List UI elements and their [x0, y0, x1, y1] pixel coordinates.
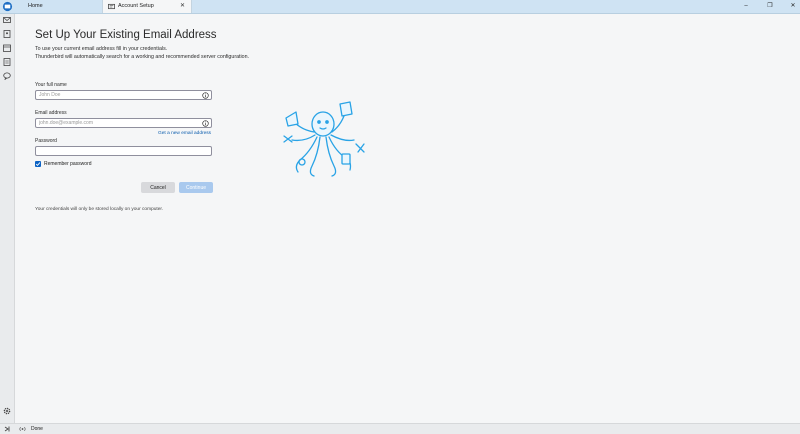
password-label: Password	[35, 138, 57, 144]
spaces-toolbar	[0, 14, 15, 423]
page-title: Set Up Your Existing Email Address	[35, 29, 217, 41]
thunderbird-icon[interactable]	[2, 1, 13, 12]
tab-home[interactable]: Home	[16, 0, 102, 13]
info-icon[interactable]	[202, 91, 209, 99]
password-input[interactable]	[35, 146, 212, 156]
checkmark-icon	[35, 162, 41, 167]
email-input[interactable]	[35, 118, 212, 128]
status-bar: Done	[0, 423, 800, 434]
intro-line-2: Thunderbird will automatically search fo…	[35, 54, 250, 60]
full-name-input[interactable]	[35, 90, 212, 100]
continue-button[interactable]: Continue	[179, 182, 213, 193]
info-icon[interactable]	[202, 119, 209, 127]
gear-icon[interactable]	[3, 407, 11, 415]
address-book-icon[interactable]	[3, 30, 11, 38]
tasks-icon[interactable]	[3, 58, 11, 66]
collapse-sidebar-icon[interactable]	[3, 425, 11, 433]
credentials-note: Your credentials will only be stored loc…	[35, 207, 164, 212]
tab-account-setup-label: Account Setup	[118, 3, 154, 9]
intro-text: To use your current email address fill i…	[35, 45, 249, 61]
octopus-mascot-illustration	[283, 101, 365, 177]
chat-icon[interactable]	[3, 72, 11, 80]
account-icon	[108, 3, 115, 10]
cancel-button[interactable]: Cancel	[141, 182, 175, 193]
maximize-button[interactable]: ❐	[763, 0, 777, 13]
remember-password-checkbox[interactable]	[35, 161, 41, 167]
mail-icon[interactable]	[3, 16, 11, 24]
email-label: Email address	[35, 110, 67, 116]
remember-password-label[interactable]: Remember password	[44, 161, 92, 167]
calendar-icon[interactable]	[3, 44, 11, 52]
intro-line-1: To use your current email address fill i…	[35, 46, 168, 52]
tab-home-label: Home	[28, 3, 43, 9]
close-window-button[interactable]: ✕	[786, 0, 800, 13]
tab-account-setup[interactable]: Account Setup ✕	[102, 0, 192, 13]
tab-bar: Home Account Setup ✕ – ❐ ✕	[0, 0, 800, 14]
close-tab-icon[interactable]: ✕	[180, 0, 185, 13]
minimize-button[interactable]: –	[739, 0, 753, 13]
radio-waves-icon	[19, 426, 26, 432]
full-name-label: Your full name	[35, 82, 67, 88]
get-new-email-link[interactable]: Get a new email address	[158, 131, 211, 136]
